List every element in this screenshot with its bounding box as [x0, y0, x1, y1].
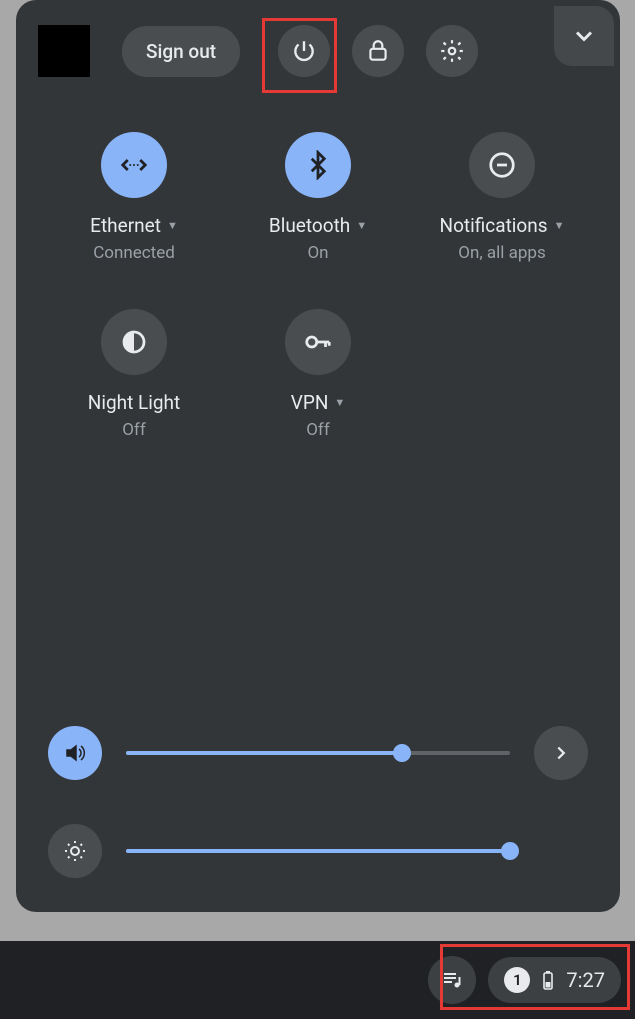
caret-down-icon: ▼: [334, 396, 345, 409]
power-button[interactable]: [278, 25, 330, 77]
vpn-key-icon: [285, 309, 351, 375]
collapse-button[interactable]: [554, 6, 614, 66]
tile-label-row: Ethernet ▼: [90, 214, 178, 237]
brightness-button[interactable]: [48, 824, 102, 878]
tile-status: On, all apps: [458, 243, 546, 263]
gear-icon: [439, 38, 465, 64]
tile-night-light[interactable]: Night Light Off: [42, 309, 226, 440]
tile-vpn[interactable]: VPN ▼ Off: [226, 309, 410, 440]
chevron-down-icon: [570, 22, 598, 50]
brightness-slider[interactable]: [126, 849, 510, 853]
tile-label-row: VPN ▼: [291, 391, 346, 414]
caret-down-icon: ▼: [167, 219, 178, 232]
tile-label-row: Night Light: [88, 391, 180, 414]
tile-status: Connected: [93, 243, 175, 263]
do-not-disturb-icon: [469, 132, 535, 198]
night-light-icon: [101, 309, 167, 375]
notification-count-badge: 1: [504, 967, 530, 993]
tile-label: VPN: [291, 391, 329, 414]
tile-label: Bluetooth: [269, 214, 350, 237]
lock-button[interactable]: [352, 25, 404, 77]
volume-icon: [63, 741, 87, 765]
volume-row: [48, 726, 588, 780]
power-icon: [291, 38, 317, 64]
tile-label: Notifications: [440, 214, 548, 237]
sliders-area: [16, 682, 620, 878]
volume-mute-button[interactable]: [48, 726, 102, 780]
ethernet-icon: [101, 132, 167, 198]
chevron-right-icon: [550, 742, 572, 764]
brightness-icon: [63, 839, 87, 863]
tile-label-row: Bluetooth ▼: [269, 214, 367, 237]
slider-thumb[interactable]: [501, 842, 519, 860]
lock-icon: [365, 38, 391, 64]
bluetooth-icon: [285, 132, 351, 198]
avatar[interactable]: [38, 25, 90, 77]
tile-label-row: Notifications ▼: [440, 214, 565, 237]
caret-down-icon: ▼: [554, 219, 565, 232]
shelf: 1 7:27: [0, 941, 635, 1019]
volume-slider[interactable]: [126, 751, 510, 755]
quick-tiles-grid: Ethernet ▼ Connected Bluetooth ▼ On: [32, 132, 604, 440]
slider-fill: [126, 849, 510, 853]
clock: 7:27: [566, 968, 605, 992]
quick-settings-panel: Sign out: [16, 0, 620, 912]
media-controls-button[interactable]: [428, 956, 476, 1004]
tile-ethernet[interactable]: Ethernet ▼ Connected: [42, 132, 226, 263]
tile-status: On: [307, 243, 328, 263]
header-row: Sign out: [32, 16, 604, 86]
tile-status: Off: [306, 420, 330, 440]
brightness-row: [48, 824, 588, 878]
tile-status: Off: [122, 420, 146, 440]
tile-notifications[interactable]: Notifications ▼ On, all apps: [410, 132, 594, 263]
sign-out-button[interactable]: Sign out: [122, 26, 240, 77]
audio-output-button[interactable]: [534, 726, 588, 780]
settings-button[interactable]: [426, 25, 478, 77]
battery-icon: [540, 968, 556, 992]
slider-fill: [126, 751, 402, 755]
tile-label: Ethernet: [90, 214, 161, 237]
tile-label: Night Light: [88, 391, 180, 414]
tile-bluetooth[interactable]: Bluetooth ▼ On: [226, 132, 410, 263]
status-area[interactable]: 1 7:27: [488, 957, 621, 1003]
caret-down-icon: ▼: [356, 219, 367, 232]
music-queue-icon: [440, 968, 464, 992]
slider-thumb[interactable]: [393, 744, 411, 762]
